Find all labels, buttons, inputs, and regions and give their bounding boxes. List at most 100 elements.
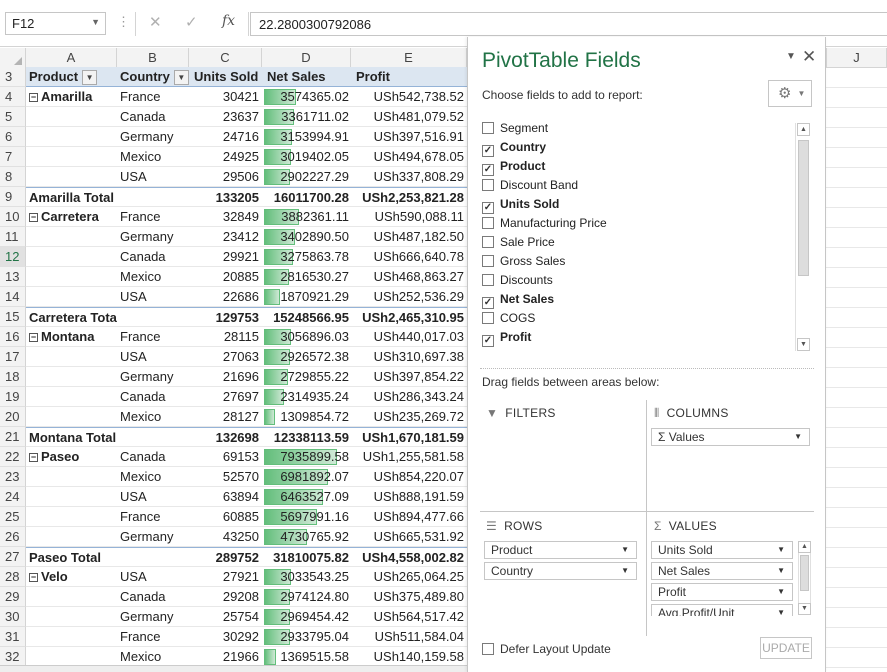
row-header[interactable]: 32: [0, 647, 26, 667]
cell-units-sold[interactable]: 28115: [189, 327, 262, 347]
cell-profit[interactable]: USh4,558,002.82: [351, 547, 467, 567]
cell-net-sales[interactable]: 3402890.50: [262, 227, 351, 247]
cell-profit[interactable]: USh666,640.78: [351, 247, 467, 267]
checkbox[interactable]: [482, 643, 494, 655]
cell-net-sales[interactable]: 12338113.59: [262, 427, 351, 447]
row-header[interactable]: 6: [0, 127, 26, 147]
cell-units-sold[interactable]: 23637: [189, 107, 262, 127]
cell-net-sales[interactable]: 6981892.07: [262, 467, 351, 487]
chevron-down-icon[interactable]: ▼: [91, 17, 100, 27]
name-box[interactable]: F12 ▼: [5, 12, 106, 35]
row-header[interactable]: 21: [0, 427, 26, 447]
insert-function-icon[interactable]: fx: [222, 13, 235, 29]
cell-profit[interactable]: USh440,017.03: [351, 327, 467, 347]
cell-country[interactable]: [117, 187, 189, 207]
cell-units-sold[interactable]: 24716: [189, 127, 262, 147]
cell-units-sold[interactable]: 43250: [189, 527, 262, 547]
cell-country[interactable]: Germany: [117, 127, 189, 147]
cell-country[interactable]: France: [117, 627, 189, 647]
cell-profit[interactable]: USh2,465,310.95: [351, 307, 467, 327]
cell-product[interactable]: [26, 227, 117, 247]
cell-net-sales[interactable]: 2729855.22: [262, 367, 351, 387]
row-header[interactable]: 29: [0, 587, 26, 607]
cell-country[interactable]: USA: [117, 347, 189, 367]
row-header[interactable]: 5: [0, 107, 26, 127]
cell-country[interactable]: Mexico: [117, 467, 189, 487]
cell-product[interactable]: [26, 647, 117, 667]
cell-net-sales[interactable]: 3019402.05: [262, 147, 351, 167]
cell-product[interactable]: [26, 367, 117, 387]
cell-country[interactable]: Canada: [117, 387, 189, 407]
cell-units-sold[interactable]: 32849: [189, 207, 262, 227]
close-icon[interactable]: ✕: [802, 47, 816, 67]
cell-units-sold[interactable]: 289752: [189, 547, 262, 567]
cell-units-sold[interactable]: 52570: [189, 467, 262, 487]
collapse-icon[interactable]: −: [29, 93, 38, 102]
cell-profit[interactable]: USh468,863.27: [351, 267, 467, 287]
cell-profit[interactable]: USh894,477.66: [351, 507, 467, 527]
cell-net-sales[interactable]: 3882361.11: [262, 207, 351, 227]
cancel-icon[interactable]: ✕: [149, 13, 162, 31]
values-field-avg-profit-unit[interactable]: Avg.Profit/Unit ▼: [651, 604, 793, 616]
cell-units-sold[interactable]: 25754: [189, 607, 262, 627]
cell-country[interactable]: Germany: [117, 367, 189, 387]
cell-product[interactable]: [26, 347, 117, 367]
select-all-button[interactable]: [0, 48, 26, 68]
cell-net-sales[interactable]: 1369515.58: [262, 647, 351, 667]
cell-product[interactable]: [26, 607, 117, 627]
cell-units-sold[interactable]: 30292: [189, 627, 262, 647]
cell-country[interactable]: Germany: [117, 607, 189, 627]
cell-country[interactable]: France: [117, 207, 189, 227]
cell-net-sales[interactable]: 5697991.16: [262, 507, 351, 527]
row-header[interactable]: 30: [0, 607, 26, 627]
checkbox[interactable]: [482, 236, 494, 248]
cell-profit[interactable]: USh888,191.59: [351, 487, 467, 507]
cell-country[interactable]: Germany: [117, 227, 189, 247]
scroll-up-icon[interactable]: ▲: [798, 541, 811, 553]
checkbox[interactable]: [482, 255, 494, 267]
cell-net-sales[interactable]: 2926572.38: [262, 347, 351, 367]
cell-country[interactable]: Mexico: [117, 407, 189, 427]
cell-units-sold[interactable]: 29506: [189, 167, 262, 187]
field-manufacturing-price[interactable]: Manufacturing Price: [482, 215, 607, 234]
cell-units-sold[interactable]: 28127: [189, 407, 262, 427]
cell-units-sold[interactable]: 21696: [189, 367, 262, 387]
column-header-e[interactable]: E: [351, 48, 467, 68]
collapse-icon[interactable]: −: [29, 573, 38, 582]
values-scrollbar[interactable]: ▲ ▼: [798, 541, 811, 615]
cell-net-sales[interactable]: 1309854.72: [262, 407, 351, 427]
cell-country[interactable]: [117, 427, 189, 447]
cell-profit[interactable]: USh854,220.07: [351, 467, 467, 487]
cell-profit[interactable]: USh252,536.29: [351, 287, 467, 307]
cell-profit[interactable]: USh235,269.72: [351, 407, 467, 427]
field-sale-price[interactable]: Sale Price: [482, 234, 555, 253]
cell-product[interactable]: [26, 167, 117, 187]
cell-net-sales[interactable]: 3574365.02: [262, 87, 351, 107]
column-header-a[interactable]: A: [26, 48, 117, 68]
cell-profit[interactable]: USh494,678.05: [351, 147, 467, 167]
cell-net-sales[interactable]: 3033543.25: [262, 567, 351, 587]
row-header[interactable]: 23: [0, 467, 26, 487]
field-units-sold[interactable]: ✓ Units Sold: [482, 196, 559, 215]
cell-profit[interactable]: USh140,159.58: [351, 647, 467, 667]
row-header[interactable]: 3: [0, 67, 26, 87]
cell-profit[interactable]: USh310,697.38: [351, 347, 467, 367]
field-net-sales[interactable]: ✓ Net Sales: [482, 291, 554, 310]
cell-country[interactable]: Mexico: [117, 267, 189, 287]
sheet-grid-right[interactable]: [826, 67, 887, 672]
cell-country[interactable]: France: [117, 507, 189, 527]
field-product[interactable]: ✓ Product: [482, 158, 545, 177]
header-product[interactable]: Product ▼: [26, 67, 117, 87]
cell-country[interactable]: Mexico: [117, 147, 189, 167]
cell-country[interactable]: Canada: [117, 587, 189, 607]
column-header-d[interactable]: D: [262, 48, 351, 68]
checkbox[interactable]: [482, 122, 494, 134]
cell-product[interactable]: Carretera Total: [26, 307, 117, 327]
cell-product[interactable]: − Carretera: [26, 207, 117, 227]
cell-units-sold[interactable]: 24925: [189, 147, 262, 167]
row-header[interactable]: 27: [0, 547, 26, 567]
cell-units-sold[interactable]: 129753: [189, 307, 262, 327]
row-header[interactable]: 9: [0, 187, 26, 207]
checkbox[interactable]: [482, 179, 494, 191]
row-header[interactable]: 16: [0, 327, 26, 347]
